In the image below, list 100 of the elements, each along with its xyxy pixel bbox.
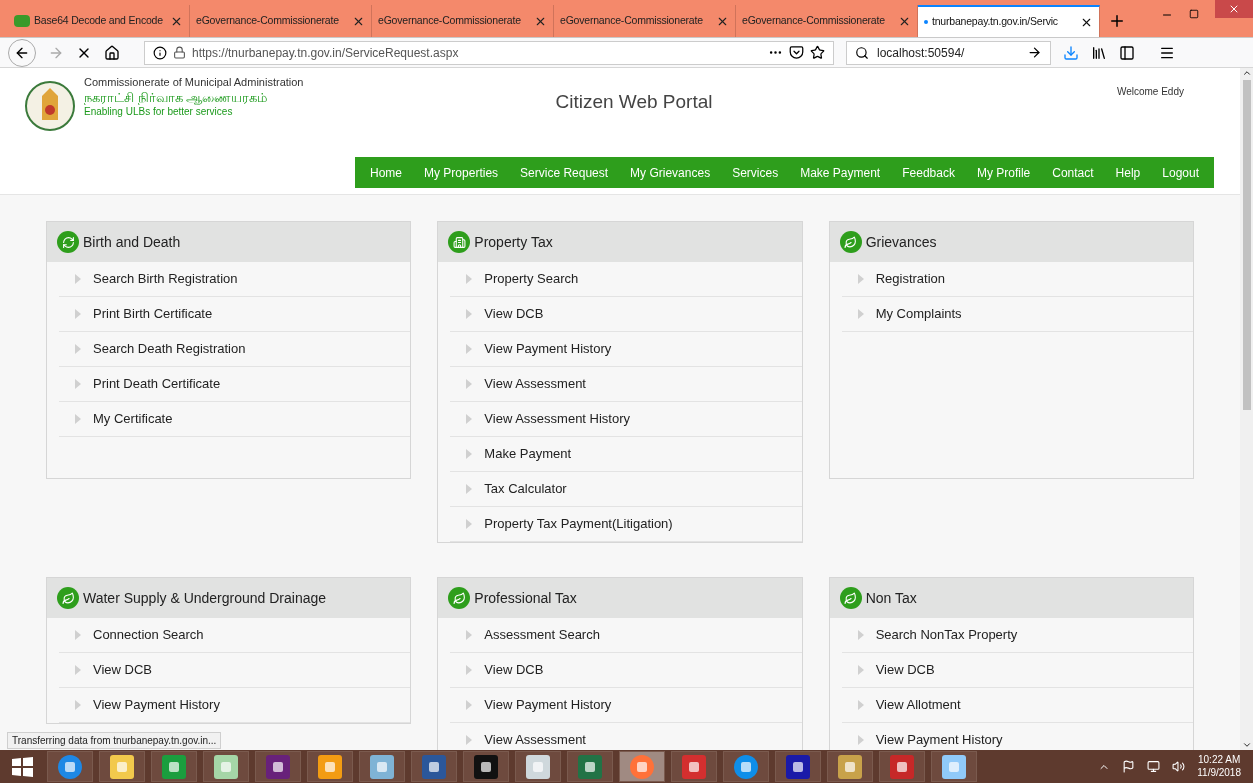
service-link[interactable]: Search NonTax Property bbox=[841, 618, 1193, 653]
taskbar-button[interactable] bbox=[463, 751, 509, 782]
service-link[interactable]: Tax Calculator bbox=[450, 472, 802, 507]
taskbar-button[interactable] bbox=[359, 751, 405, 782]
org-name: Commissionerate of Municipal Administration bbox=[84, 76, 304, 90]
service-link[interactable]: Property Search bbox=[450, 262, 802, 297]
network-icon[interactable] bbox=[1147, 760, 1161, 773]
taskbar-button[interactable] bbox=[827, 751, 873, 782]
service-link[interactable]: Assessment Search bbox=[450, 618, 802, 653]
link-text: View Assessment bbox=[484, 731, 586, 750]
browser-tab[interactable]: eGovernance-Commissionerate bbox=[372, 5, 554, 37]
search-field[interactable]: localhost:50594/ bbox=[846, 40, 1051, 65]
panel-title: Professional Tax bbox=[474, 588, 577, 608]
triangle-icon bbox=[75, 700, 81, 710]
browser-tab[interactable]: Base64 Decode and Encode bbox=[8, 5, 190, 37]
status-text: Transferring data from tnurbanepay.tn.gov.in... bbox=[7, 732, 222, 749]
link-text: Property Search bbox=[484, 270, 579, 289]
service-link[interactable]: View Payment History bbox=[59, 688, 411, 723]
browser-tab[interactable]: tnurbanepay.tn.gov.in/Servic bbox=[918, 5, 1100, 37]
tab-title: Base64 Decode and Encode bbox=[34, 13, 164, 29]
leaf-icon bbox=[448, 587, 471, 609]
taskbar-button[interactable] bbox=[47, 751, 93, 782]
link-text: Print Birth Certificate bbox=[93, 305, 213, 324]
taskbar-button[interactable] bbox=[931, 751, 977, 782]
go-arrow-icon[interactable] bbox=[1027, 45, 1042, 60]
link-text: View Assessment History bbox=[484, 410, 631, 429]
welcome-text: Welcome Eddy bbox=[1116, 85, 1184, 99]
link-text: View Assessment bbox=[484, 375, 586, 394]
triangle-icon bbox=[75, 379, 81, 389]
url-text: https://tnurbanepay.tn.gov.in/ServiceRequest.aspx bbox=[192, 44, 460, 62]
taskbar-button[interactable] bbox=[619, 751, 665, 782]
link-text: Tax Calculator bbox=[484, 480, 567, 499]
home-icon[interactable] bbox=[104, 44, 120, 61]
volume-icon[interactable] bbox=[1172, 760, 1186, 773]
taskbar-button[interactable] bbox=[255, 751, 301, 782]
panel-title: Water Supply & Underground Drainage bbox=[83, 588, 327, 608]
service-link[interactable]: Connection Search bbox=[59, 618, 411, 653]
taskbar-button[interactable] bbox=[567, 751, 613, 782]
service-link[interactable]: View Allotment bbox=[841, 688, 1193, 723]
service-link[interactable]: Make Payment bbox=[450, 437, 802, 472]
taskbar-button[interactable] bbox=[775, 751, 821, 782]
browser-tab[interactable]: eGovernance-Commissionerate bbox=[190, 5, 372, 37]
leaf-icon bbox=[839, 587, 862, 609]
service-link[interactable]: View Assessment History bbox=[450, 402, 802, 437]
link-text: Assessment Search bbox=[484, 626, 600, 645]
triangle-icon bbox=[75, 630, 81, 640]
service-link[interactable]: Registration bbox=[841, 262, 1193, 297]
service-link[interactable]: My Certificate bbox=[59, 402, 411, 437]
url-bar[interactable]: https://tnurbanepay.tn.gov.in/ServiceRequest.aspx bbox=[144, 40, 834, 65]
scroll-up-icon[interactable] bbox=[1241, 68, 1252, 78]
taskbar-button[interactable] bbox=[203, 751, 249, 782]
service-link[interactable]: My Complaints bbox=[841, 297, 1193, 332]
service-link[interactable]: View Payment History bbox=[450, 688, 802, 723]
triangle-icon bbox=[466, 630, 473, 640]
bookmark-star-icon[interactable] bbox=[810, 45, 825, 60]
download-icon[interactable] bbox=[1063, 44, 1079, 61]
triangle-icon bbox=[466, 700, 473, 710]
close-icon bbox=[1228, 3, 1240, 15]
service-link[interactable]: View DCB bbox=[841, 653, 1193, 688]
scrollbar[interactable] bbox=[1240, 68, 1253, 750]
link-text: Search Birth Registration bbox=[93, 270, 238, 289]
service-link[interactable]: Print Death Certificate bbox=[59, 367, 411, 402]
pocket-icon[interactable] bbox=[789, 45, 804, 60]
triangle-icon bbox=[75, 309, 81, 319]
service-link[interactable]: Property Tax Payment(Litigation) bbox=[450, 507, 802, 542]
new-tab-icon[interactable] bbox=[1108, 12, 1126, 30]
service-link[interactable]: View Payment History bbox=[450, 332, 802, 367]
taskbar-button[interactable] bbox=[723, 751, 769, 782]
taskbar-button[interactable] bbox=[411, 751, 457, 782]
service-link[interactable]: Search Death Registration bbox=[59, 332, 411, 367]
tab-title: eGovernance-Commissionerate bbox=[560, 13, 704, 29]
service-link[interactable]: View Assessment bbox=[450, 367, 802, 402]
site-logo-icon bbox=[14, 15, 30, 27]
triangle-icon bbox=[466, 274, 473, 284]
portal-title: Citizen Web Portal bbox=[555, 90, 713, 114]
panel-title: Birth and Death bbox=[83, 232, 181, 252]
scroll-down-icon[interactable] bbox=[1241, 740, 1252, 750]
search-value: localhost:50594/ bbox=[877, 44, 966, 62]
taskbar-button[interactable] bbox=[151, 751, 197, 782]
taskbar-button[interactable] bbox=[671, 751, 717, 782]
taskbar-button[interactable] bbox=[99, 751, 145, 782]
service-link[interactable]: Search Birth Registration bbox=[59, 262, 411, 297]
triangle-icon bbox=[75, 414, 81, 424]
search-icon bbox=[855, 45, 869, 60]
service-link[interactable]: View DCB bbox=[59, 653, 411, 688]
taskbar-button[interactable] bbox=[515, 751, 561, 782]
service-link[interactable]: View DCB bbox=[450, 297, 802, 332]
restore-icon[interactable] bbox=[1189, 9, 1199, 19]
triangle-icon bbox=[857, 665, 864, 675]
triangle-icon bbox=[466, 414, 473, 424]
taskbar-button[interactable] bbox=[879, 751, 925, 782]
link-text: View Allotment bbox=[875, 696, 961, 715]
service-link[interactable]: Print Birth Certificate bbox=[59, 297, 411, 332]
taskbar-button[interactable] bbox=[307, 751, 353, 782]
sidebar-icon[interactable] bbox=[1119, 44, 1135, 61]
library-icon[interactable] bbox=[1091, 44, 1107, 61]
browser-tab[interactable]: eGovernance-Commissionerate bbox=[554, 5, 736, 37]
service-link[interactable]: View DCB bbox=[450, 653, 802, 688]
flag-icon[interactable] bbox=[1122, 760, 1136, 773]
link-text: Search Death Registration bbox=[93, 340, 246, 359]
